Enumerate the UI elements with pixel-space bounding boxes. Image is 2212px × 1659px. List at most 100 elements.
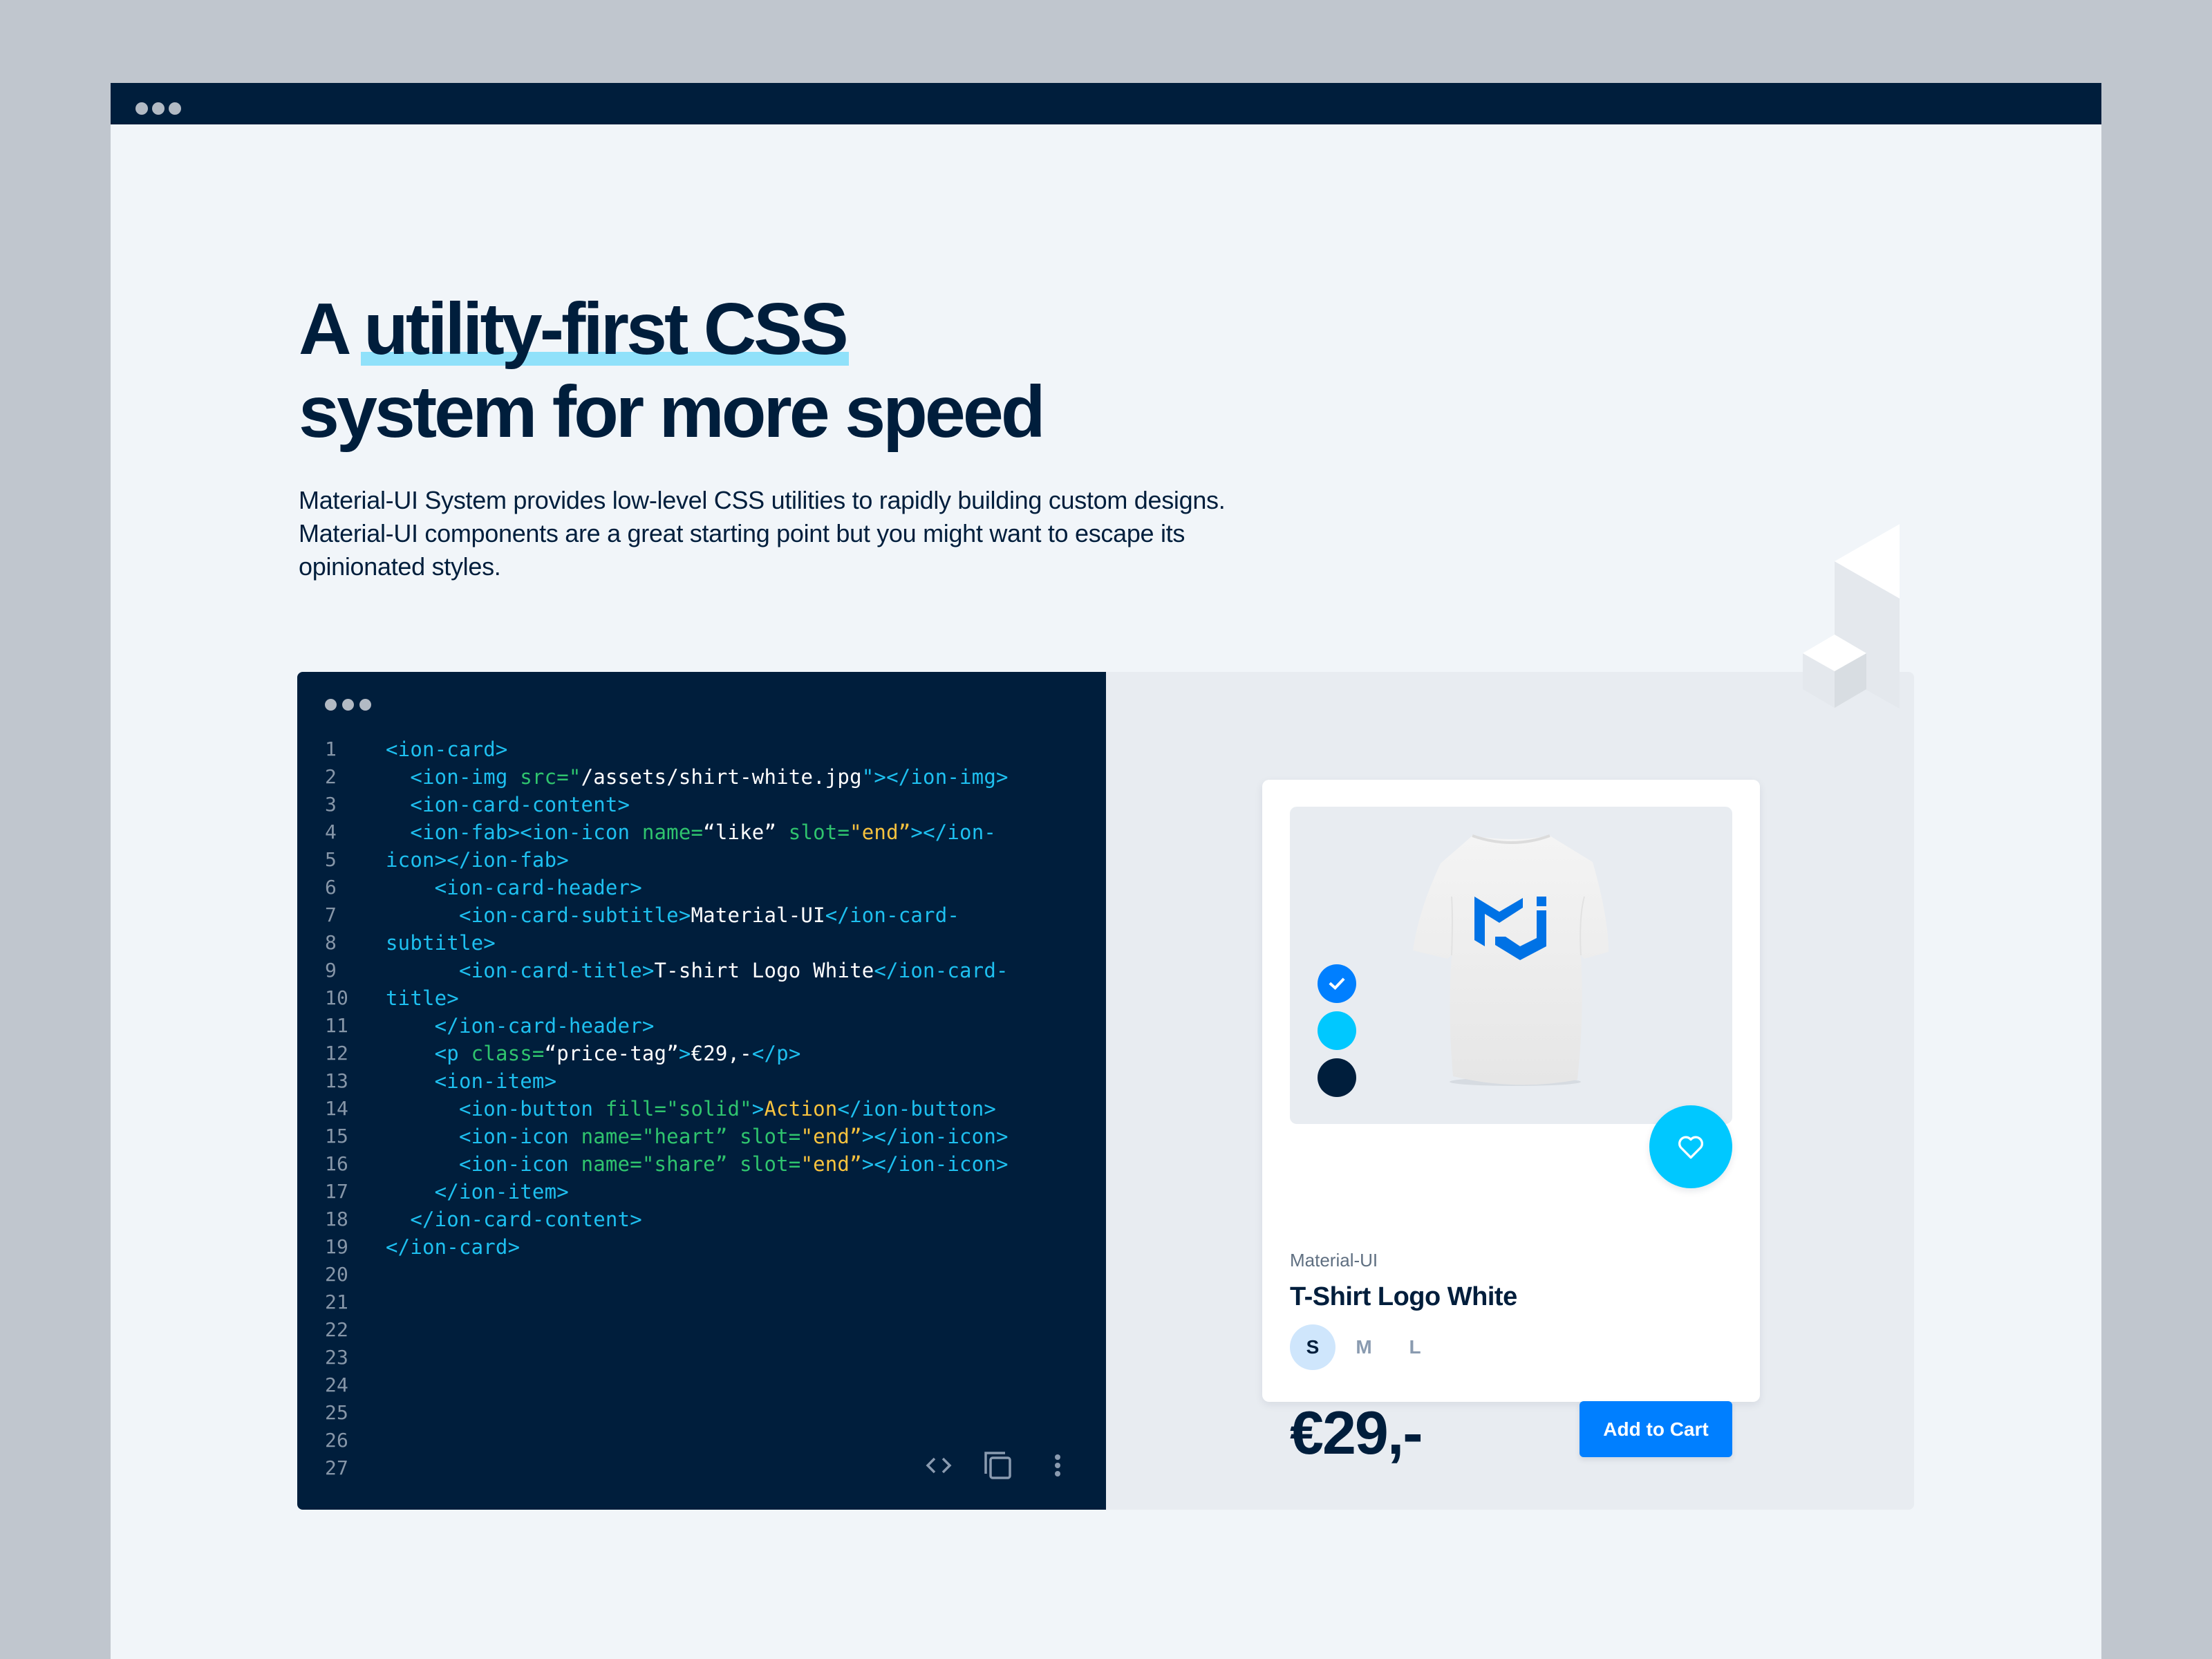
hero-title-highlight: utility-first CSS [364,288,849,370]
code-text: <ion-item> [386,1067,556,1095]
code-token-str: "end” [850,821,911,844]
code-token-str: "end” [800,1152,862,1176]
window-dot-icon[interactable] [135,102,148,115]
cubes-illustration [1803,524,1900,709]
code-line: 17 </ion-item> [297,1178,1106,1206]
code-line: 4 <ion-fab><ion-icon name=“like” slot="e… [297,818,1106,846]
browser-window: A utility-first CSS system for more speed… [111,83,2101,1659]
code-text: subtitle> [386,929,496,957]
code-toolbar [919,1446,1077,1485]
code-text: <ion-img src="/assets/shirt-white.jpg"><… [386,763,1009,791]
code-token-attr: slot= [776,821,850,844]
code-line: 1 <ion-card> [297,735,1106,763]
code-token-tag: ></ion- [910,821,997,844]
code-token-tag: ></ion-icon> [861,1152,1009,1176]
code-token-tag: <ion-card-content> [386,793,630,816]
line-number: 27 [325,1456,349,1479]
copy-icon [984,1452,1011,1479]
code-text: <ion-icon name="heart” slot="end”></ion-… [386,1123,1009,1150]
hero-title: A utility-first CSS system for more speed [299,288,1046,453]
view-code-button[interactable] [919,1446,958,1485]
window-titlebar [111,83,2101,124]
code-token-txt: T-shirt Logo White [654,959,874,982]
code-lines[interactable]: 1 <ion-card> 2 <ion-img src="/assets/shirt… [297,735,1106,1482]
line-number: 8 [325,931,337,954]
more-options-button[interactable] [1038,1446,1077,1485]
editor-controls [325,699,371,711]
more-vert-icon [1055,1454,1060,1477]
line-number: 23 [325,1346,349,1369]
window-controls[interactable] [135,102,181,115]
code-token-tag: <ion-icon [386,1152,581,1176]
line-number: 19 [325,1235,349,1258]
size-option-l[interactable]: L [1392,1324,1438,1370]
code-token-txt: Material-UI [691,903,825,927]
color-swatches [1318,964,1356,1097]
code-editor: 1 <ion-card> 2 <ion-img src="/assets/shirt… [297,672,1106,1510]
color-swatch[interactable] [1318,1058,1356,1097]
code-token-tag: </p> [751,1042,801,1065]
code-token-tag: <p [386,1042,471,1065]
line-number: 11 [325,1014,349,1037]
code-line: 12 <p class=“price-tag”>€29,-</p> [297,1040,1106,1067]
code-token-attr: name="share” slot= [581,1152,801,1176]
code-token-str: "end” [800,1125,862,1148]
line-number: 26 [325,1429,349,1452]
code-token-tag: </ion-card> [386,1235,521,1259]
code-text: <ion-card-header> [386,874,642,901]
line-number: 3 [325,793,337,816]
code-text: <ion-card-title>T-shirt Logo White</ion-… [386,957,1009,984]
code-text: </ion-card-content> [386,1206,642,1233]
hero-description: Material-UI System provides low-level CS… [299,486,1226,581]
code-line: 20 [297,1261,1106,1288]
size-option-m[interactable]: M [1341,1324,1387,1370]
code-text: icon></ion-fab> [386,846,569,874]
code-line: 3 <ion-card-content> [297,791,1106,818]
code-line: 19 </ion-card> [297,1233,1106,1261]
editor-dot-icon [359,699,371,711]
code-line: 6 <ion-card-header> [297,874,1106,901]
card-title: T-Shirt Logo White [1290,1282,1517,1311]
code-line: 16 <ion-icon name="share” slot="end”></i… [297,1150,1106,1178]
code-icon [926,1457,952,1474]
line-number: 14 [325,1097,349,1120]
code-text: <ion-card-content> [386,791,630,818]
code-line: 13 <ion-item> [297,1067,1106,1095]
window-dot-icon[interactable] [152,102,165,115]
add-to-cart-button[interactable]: Add to Cart [1580,1401,1732,1457]
code-token-tag: </ion-button> [837,1097,997,1121]
code-token-tag: <ion-card-header> [386,876,642,899]
code-line: 21 [297,1288,1106,1316]
code-token-tag: <ion-card> [386,738,508,761]
product-image-area [1290,807,1732,1188]
size-option-s[interactable]: S [1290,1324,1335,1370]
line-number: 17 [325,1180,349,1203]
code-token-tag: > [678,1042,691,1065]
code-line: 7 <ion-card-subtitle>Material-UI</ion-ca… [297,901,1106,929]
code-line: 18 </ion-card-content> [297,1206,1106,1233]
code-token-tag: </ion-item> [386,1180,569,1203]
code-text: </ion-item> [386,1178,569,1206]
color-swatch[interactable] [1318,964,1356,1003]
code-token-tag: title> [386,986,459,1010]
code-text: </ion-card> [386,1233,520,1261]
copy-button[interactable] [979,1446,1018,1485]
code-token-tag: </ion-card-content> [386,1208,642,1231]
code-text: <ion-card-subtitle>Material-UI</ion-card… [386,901,959,929]
code-line: 9 <ion-card-title>T-shirt Logo White</io… [297,957,1106,984]
color-swatch[interactable] [1318,1011,1356,1050]
code-line: 22 [297,1316,1106,1344]
line-number: 1 [325,738,337,760]
code-token-tag: <ion-icon [386,1125,581,1148]
code-token-tag: </ion-card-header> [386,1014,655,1038]
code-token-tag: <ion-card-title> [386,959,655,982]
line-number: 7 [325,903,337,926]
favorite-button[interactable] [1649,1105,1732,1188]
code-line: 11 </ion-card-header> [297,1012,1106,1040]
code-token-attr: fill="solid" [605,1097,752,1121]
code-line: 15 <ion-icon name="heart” slot="end”></i… [297,1123,1106,1150]
code-text: <p class=“price-tag”>€29,-</p> [386,1040,801,1067]
code-text: <ion-button fill="solid">Action</ion-but… [386,1095,996,1123]
code-token-attr: class= [471,1042,545,1065]
window-dot-icon[interactable] [169,102,181,115]
